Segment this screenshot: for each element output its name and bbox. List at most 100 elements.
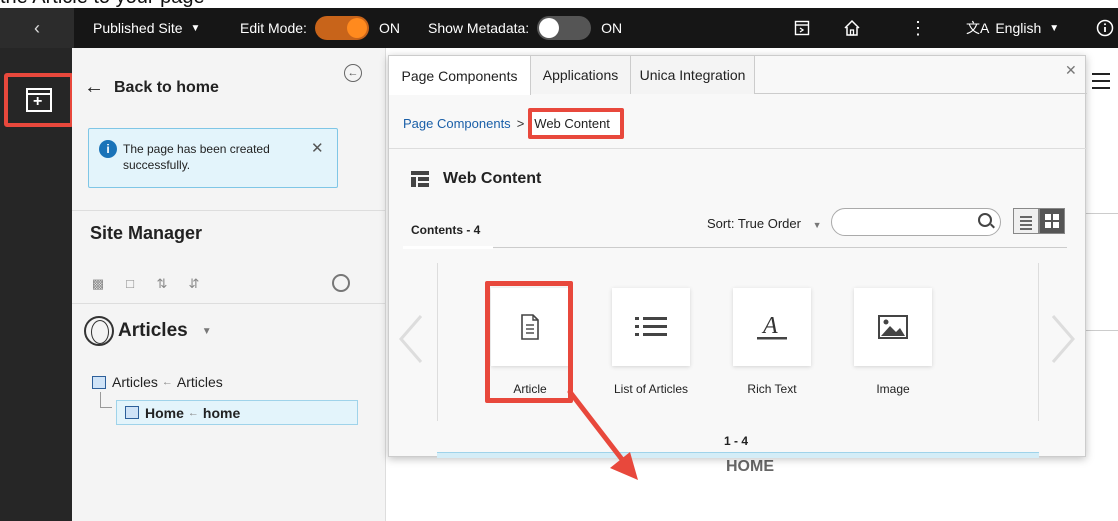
- close-icon[interactable]: ✕: [1065, 62, 1077, 79]
- tree-item-articles[interactable]: Articles ← Articles: [92, 374, 223, 390]
- show-metadata-control: Show Metadata: ON: [428, 8, 622, 48]
- add-page-components-button[interactable]: +: [4, 73, 74, 127]
- caret-down-icon: ▼: [201, 325, 212, 337]
- divider: [389, 148, 1087, 149]
- component-label: Image: [876, 382, 910, 396]
- tree-item-alias: home: [202, 404, 241, 421]
- svg-text:A: A: [761, 313, 778, 339]
- web-content-icon: [411, 171, 429, 187]
- text-format-icon: A: [757, 313, 787, 340]
- edit-mode-toggle[interactable]: [314, 16, 369, 40]
- published-site-label: Published Site: [93, 20, 183, 36]
- back-to-home-label: Back to home: [114, 78, 219, 96]
- section-header: Web Content: [411, 170, 541, 188]
- show-metadata-toggle[interactable]: [537, 16, 592, 40]
- site-manager-actions: ▩ □ ⇅ ⇵: [90, 276, 202, 292]
- breadcrumb-web-content: Web Content: [528, 108, 624, 139]
- carousel-prev-icon[interactable]: [397, 314, 425, 364]
- site-selector[interactable]: Articles ▼: [84, 316, 212, 346]
- edit-mode-control: Edit Mode: ON: [240, 8, 400, 48]
- arrow-left-icon: ←: [187, 406, 199, 419]
- language-label: English: [995, 20, 1042, 36]
- active-tab-indicator: [403, 246, 493, 249]
- page-home-label: HOME: [726, 458, 774, 475]
- top-toolbar: ‹ Published Site ▼ Edit Mode: ON Show Me…: [0, 8, 1118, 48]
- back-to-home-link[interactable]: ← Back to home: [84, 76, 219, 99]
- list-view-toggle[interactable]: [1013, 208, 1039, 234]
- collapse-chevron-icon[interactable]: ‹: [0, 8, 74, 48]
- tree-connector: [100, 392, 112, 408]
- search-icon[interactable]: [978, 213, 992, 227]
- image-icon: [878, 315, 908, 339]
- edit-mode-state: ON: [378, 20, 400, 36]
- page-components-dialog: Page Components Applications Unica Integ…: [388, 55, 1087, 458]
- info-icon[interactable]: [1094, 8, 1116, 48]
- sort-dropdown[interactable]: Sort: True Order ▼: [707, 216, 822, 231]
- instruction-caption: the Article to your page: [0, 0, 400, 8]
- section-title: Web Content: [443, 170, 542, 187]
- new-page-icon[interactable]: ▩: [90, 276, 106, 292]
- tree-item-home[interactable]: Home ← home: [116, 400, 358, 425]
- breadcrumb-separator: >: [516, 116, 525, 131]
- tree-item-label: Articles: [112, 374, 158, 390]
- search-input[interactable]: [842, 213, 972, 231]
- arrow-left-icon: ←: [84, 76, 104, 98]
- divider: [1086, 330, 1118, 331]
- list-icon: [635, 317, 667, 336]
- pagination: 1 - 4: [724, 434, 749, 448]
- caret-down-icon: ▼: [190, 22, 201, 34]
- sort-label: Sort:: [707, 216, 735, 231]
- more-options-icon[interactable]: ⋮: [906, 8, 930, 48]
- caret-down-icon: ▼: [812, 220, 822, 230]
- language-dropdown[interactable]: 文A English ▼: [966, 8, 1059, 48]
- copy-page-icon[interactable]: □: [122, 276, 138, 292]
- page-folder-icon: [92, 375, 106, 389]
- caret-down-icon: ▼: [1049, 22, 1060, 34]
- translate-icon: 文A: [966, 20, 990, 36]
- tab-contents[interactable]: Contents - 4: [411, 223, 480, 237]
- tab-page-components[interactable]: Page Components: [389, 56, 531, 95]
- site-manager-panel: ← Back to home ← i The page has been cre…: [72, 48, 386, 521]
- grid-view-toggle[interactable]: [1039, 208, 1065, 234]
- move-up-icon[interactable]: ⇅: [154, 276, 170, 292]
- tab-unica-integration[interactable]: Unica Integration: [631, 56, 755, 94]
- dialog-tabs: Page Components Applications Unica Integ…: [389, 56, 1087, 95]
- success-toast: i The page has been created successfully…: [88, 128, 338, 188]
- panel-title: Site Manager: [90, 223, 203, 243]
- add-component-icon: +: [26, 88, 52, 112]
- info-icon: i: [99, 140, 117, 158]
- divider: [1086, 213, 1118, 214]
- hamburger-menu-icon[interactable]: [1092, 73, 1110, 94]
- show-metadata-state: ON: [601, 20, 623, 36]
- search-box: [831, 208, 1001, 236]
- drop-zone-strip: [437, 452, 1039, 458]
- edit-mode-label: Edit Mode:: [240, 20, 307, 36]
- settings-globe-icon[interactable]: [332, 274, 350, 292]
- carousel-next-icon[interactable]: [1049, 314, 1077, 364]
- tree-item-alias: Articles: [176, 374, 223, 390]
- divider: [72, 210, 386, 211]
- divider: [72, 303, 386, 304]
- move-down-icon[interactable]: ⇵: [186, 276, 202, 292]
- component-tile-image[interactable]: [854, 288, 932, 366]
- page-icon: [125, 406, 139, 419]
- toast-message: The page has been created successfully.: [123, 142, 270, 172]
- collapse-panel-icon[interactable]: ←: [344, 64, 362, 82]
- show-metadata-label: Show Metadata:: [428, 20, 530, 36]
- component-label: Rich Text: [747, 382, 797, 396]
- breadcrumb: Page Components > Web Content: [403, 108, 624, 139]
- preview-icon[interactable]: [790, 8, 814, 48]
- home-icon[interactable]: [840, 8, 864, 48]
- component-tile-list-of-articles[interactable]: [612, 288, 690, 366]
- tab-applications[interactable]: Applications: [531, 56, 631, 94]
- globe-icon: [84, 316, 114, 346]
- breadcrumb-page-components[interactable]: Page Components: [403, 116, 511, 131]
- left-rail: +: [0, 48, 74, 521]
- close-icon[interactable]: ✕: [311, 139, 324, 157]
- drag-arrow-icon: [567, 389, 638, 480]
- site-name: Articles: [118, 320, 188, 341]
- published-site-dropdown[interactable]: Published Site ▼: [93, 8, 200, 48]
- tree-item-label: Home: [145, 404, 184, 421]
- component-tile-rich-text[interactable]: A: [733, 288, 811, 366]
- sort-value: True Order: [737, 216, 801, 231]
